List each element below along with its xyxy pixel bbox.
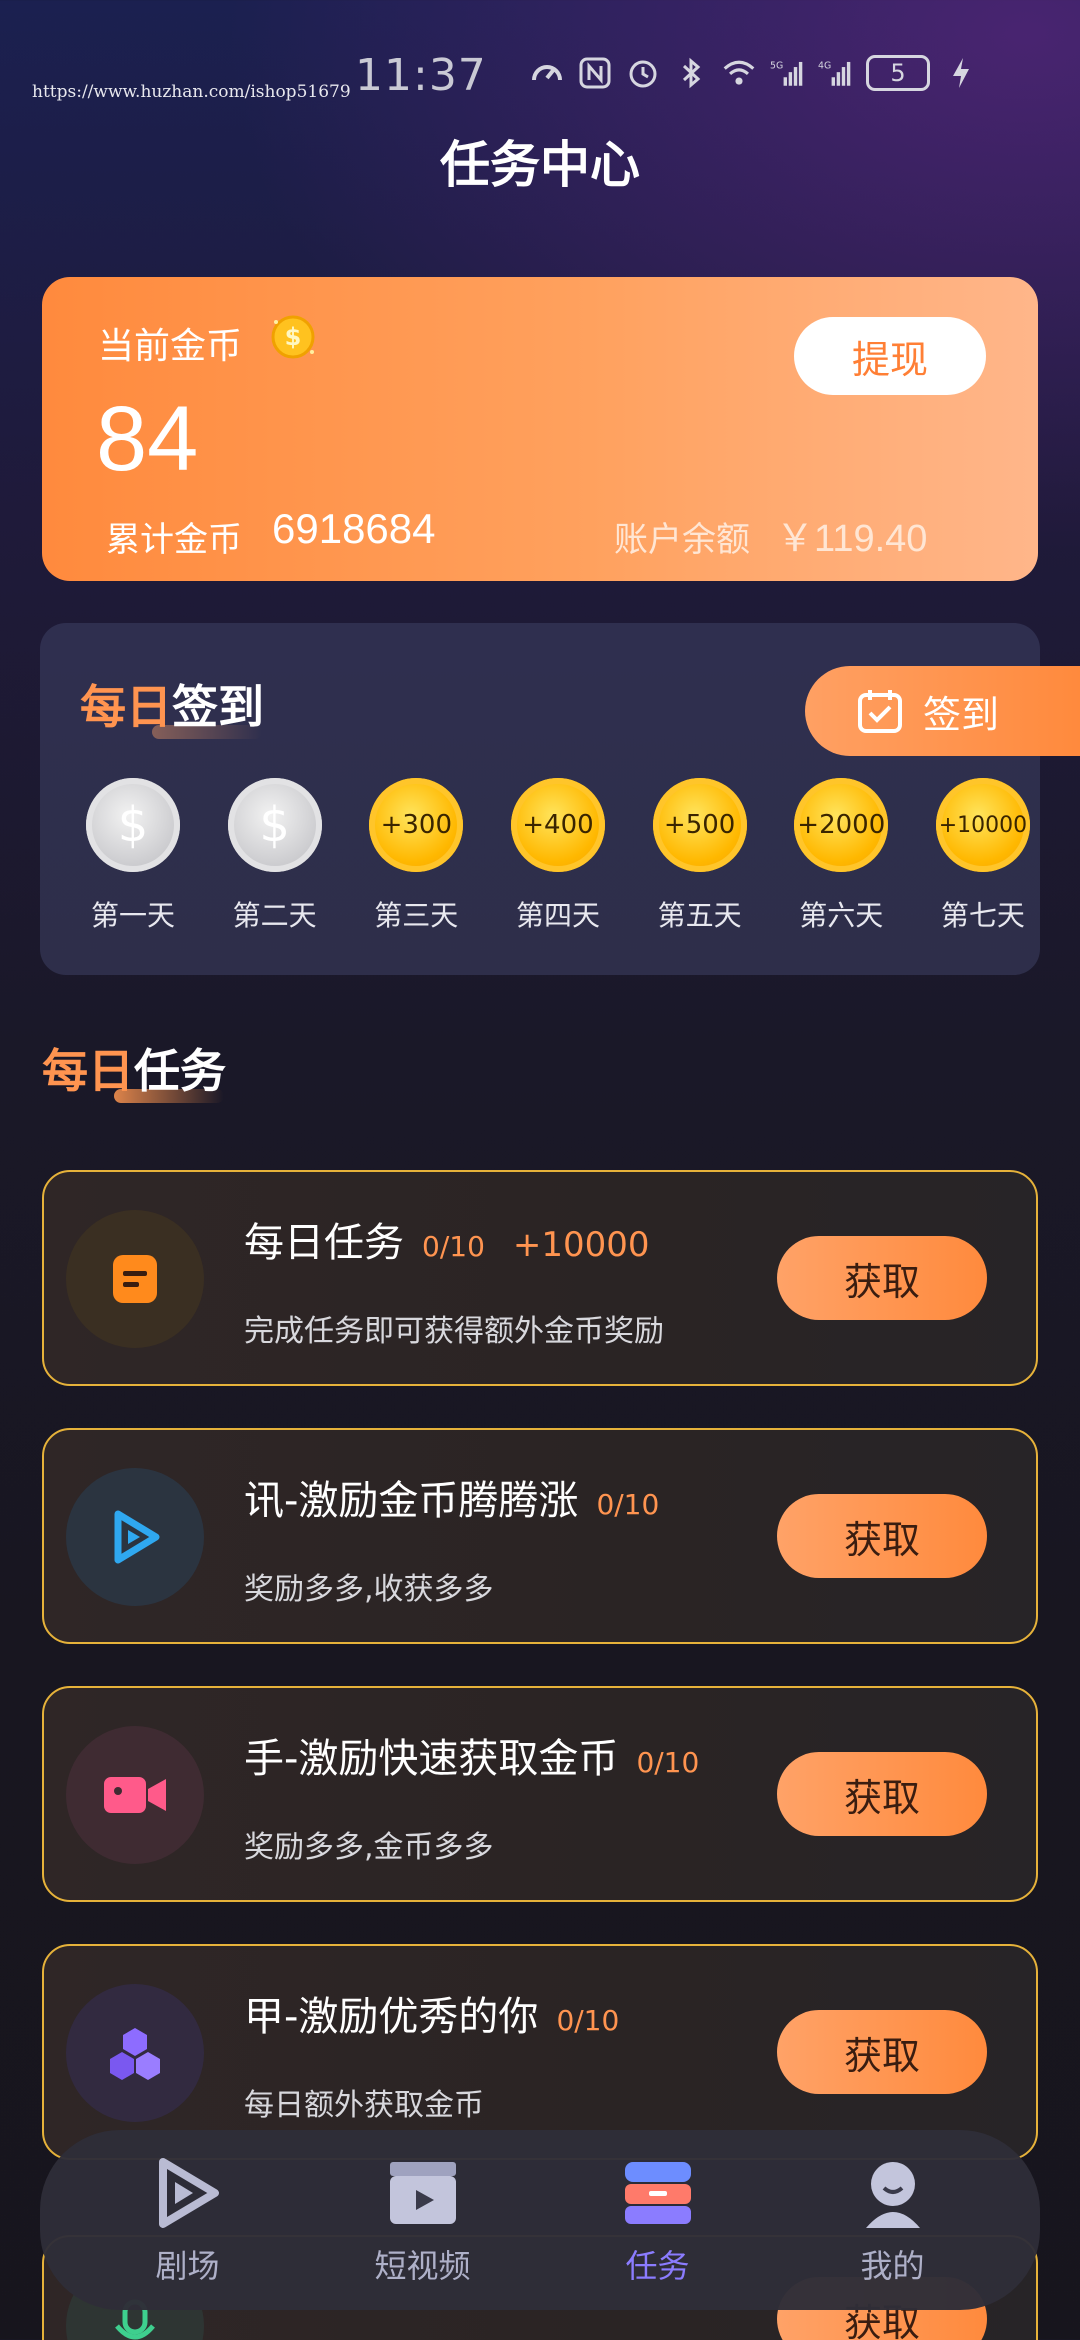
clapperboard-icon <box>383 2153 463 2233</box>
status-icons: 5G 4G 5 <box>530 55 978 91</box>
gold-coin-icon: +400 <box>510 778 605 872</box>
signin-day: +2000 第六天 <box>786 778 896 934</box>
speed-icon <box>530 56 564 90</box>
watermark-url: https://www.huzhan.com/ishop51679 <box>32 82 351 102</box>
total-coins-label: 累计金币 <box>106 520 242 560</box>
signin-day-label: 第六天 <box>799 899 884 932</box>
daily-signin-card: 每日签到 签到 $ 第一天 $ 第二天 +300 第三天 +400 第四天 +500 第五天 +20… <box>40 623 1080 975</box>
signin-day-label: 第四天 <box>515 899 600 932</box>
signin-day-label: 第五天 <box>657 899 742 932</box>
signin-button[interactable]: 签到 <box>805 666 1080 756</box>
task-title: 讯-激励金币腾腾涨 <box>244 1478 579 1524</box>
task-card[interactable]: 讯-激励金币腾腾涨 0/10 奖励多多,收获多多 获取 <box>42 1428 1038 1644</box>
total-coins-value: 6918684 <box>272 505 436 552</box>
signin-heading-accent: 每日 <box>80 680 172 734</box>
bluetooth-icon <box>674 56 708 90</box>
withdraw-button[interactable]: 提现 <box>794 317 986 395</box>
nav-item[interactable]: 剧场 <box>88 2153 288 2287</box>
signin-day: +400 第四天 <box>503 778 613 934</box>
svg-text:$: $ <box>285 323 302 351</box>
silver-coin-icon: $ <box>227 778 322 872</box>
nav-item[interactable]: 任务 <box>558 2153 758 2287</box>
calendar-check-icon <box>858 690 902 733</box>
signin-day-label: 第二天 <box>232 899 317 932</box>
nfc-icon <box>578 56 612 90</box>
signin-day: $ 第一天 <box>78 778 188 934</box>
nav-label: 剧场 <box>155 2247 220 2285</box>
task-title: 甲-激励优秀的你 <box>244 1994 539 2040</box>
task-description: 完成任务即可获得额外金币奖励 <box>244 1314 664 1349</box>
signin-day: +300 第三天 <box>361 778 471 934</box>
tasks-icon <box>618 2153 698 2233</box>
signin-heading-rest: 签到 <box>172 680 264 734</box>
signin-day: $ 第二天 <box>220 778 330 934</box>
gold-coin-icon: +10000 <box>935 778 1030 872</box>
theater-play-icon <box>148 2153 228 2233</box>
signal-5g-icon: 5G <box>770 56 804 90</box>
signin-heading: 每日签到 <box>80 671 264 739</box>
signin-day-label: 第七天 <box>940 899 1025 932</box>
document-icon <box>66 1210 204 1348</box>
gold-coin-icon: +300 <box>369 778 464 872</box>
play-icon <box>66 1468 204 1606</box>
nav-label: 短视频 <box>374 2247 471 2285</box>
profile-icon <box>853 2153 933 2233</box>
balance-value: ￥119.40 <box>776 518 928 560</box>
task-progress: 0/10 <box>556 2004 620 2037</box>
current-coins-value: 84 <box>96 388 199 490</box>
tasks-heading: 每日任务 <box>42 1035 226 1103</box>
task-bonus: +10000 <box>512 1225 650 1265</box>
cubes-icon <box>66 1984 204 2122</box>
gold-coin-icon: $ <box>268 312 318 362</box>
tasks-heading-rest: 任务 <box>134 1044 226 1098</box>
task-title-row: 手-激励快速获取金币 0/10 <box>244 1726 699 1784</box>
task-title-row: 甲-激励优秀的你 0/10 <box>244 1984 619 2042</box>
signin-day-label: 第三天 <box>374 899 459 932</box>
wifi-icon <box>722 56 756 90</box>
signin-button-label: 签到 <box>923 692 1000 737</box>
task-description: 奖励多多,收获多多 <box>244 1572 494 1607</box>
status-time: 11:37 <box>355 50 487 101</box>
signin-day: +10000 第七天 <box>928 778 1038 934</box>
task-card[interactable]: 甲-激励优秀的你 0/10 每日额外获取金币 获取 <box>42 1944 1038 2160</box>
signin-day-label: 第一天 <box>90 899 175 932</box>
tasks-heading-accent: 每日 <box>42 1044 134 1098</box>
current-coins-label: 当前金币 <box>98 326 243 367</box>
task-card[interactable]: 手-激励快速获取金币 0/10 奖励多多,金币多多 获取 <box>42 1686 1038 1902</box>
nav-item[interactable]: 我的 <box>793 2153 993 2287</box>
task-progress: 0/10 <box>636 1746 700 1779</box>
gold-coin-icon: +500 <box>652 778 747 872</box>
signal-4g-icon: 4G <box>818 56 852 90</box>
page-title: 任务中心 <box>440 136 640 194</box>
get-button[interactable]: 获取 <box>777 1494 987 1578</box>
task-description: 每日额外获取金币 <box>244 2088 484 2123</box>
task-title: 手-激励快速获取金币 <box>244 1736 619 1782</box>
task-title: 每日任务 <box>244 1220 404 1266</box>
task-title-row: 每日任务 0/10 +10000 <box>244 1210 650 1268</box>
get-button[interactable]: 获取 <box>777 2010 987 2094</box>
signin-day: +500 第五天 <box>645 778 755 934</box>
task-description: 奖励多多,金币多多 <box>244 1830 494 1865</box>
nav-label: 我的 <box>860 2247 925 2285</box>
gold-coin-icon: +2000 <box>794 778 889 872</box>
svg-text:4G: 4G <box>818 61 831 72</box>
charging-icon <box>944 56 978 90</box>
nav-label: 任务 <box>625 2247 690 2285</box>
nav-item[interactable]: 短视频 <box>323 2153 523 2287</box>
signin-days: $ 第一天 $ 第二天 +300 第三天 +400 第四天 +500 第五天 +2000 第六天 +10… <box>78 778 1038 934</box>
coin-card: 当前金币 $ 84 提现 累计金币 6918684 账户余额 ￥119.40 <box>42 277 1038 581</box>
video-camera-icon <box>66 1726 204 1864</box>
silver-coin-icon: $ <box>86 778 180 872</box>
task-progress: 0/10 <box>422 1230 485 1263</box>
battery-icon: 5 <box>866 55 930 91</box>
bottom-nav: 剧场 短视频 任务 我的 <box>40 2130 1040 2310</box>
balance-label: 账户余额 <box>614 520 750 560</box>
task-card[interactable]: 每日任务 0/10 +10000 完成任务即可获得额外金币奖励 获取 <box>42 1170 1038 1386</box>
task-title-row: 讯-激励金币腾腾涨 0/10 <box>244 1468 659 1526</box>
task-progress: 0/10 <box>596 1488 660 1521</box>
get-button[interactable]: 获取 <box>777 1236 987 1320</box>
svg-text:5G: 5G <box>770 61 783 72</box>
get-button[interactable]: 获取 <box>777 1752 987 1836</box>
alarm-icon <box>626 56 660 90</box>
